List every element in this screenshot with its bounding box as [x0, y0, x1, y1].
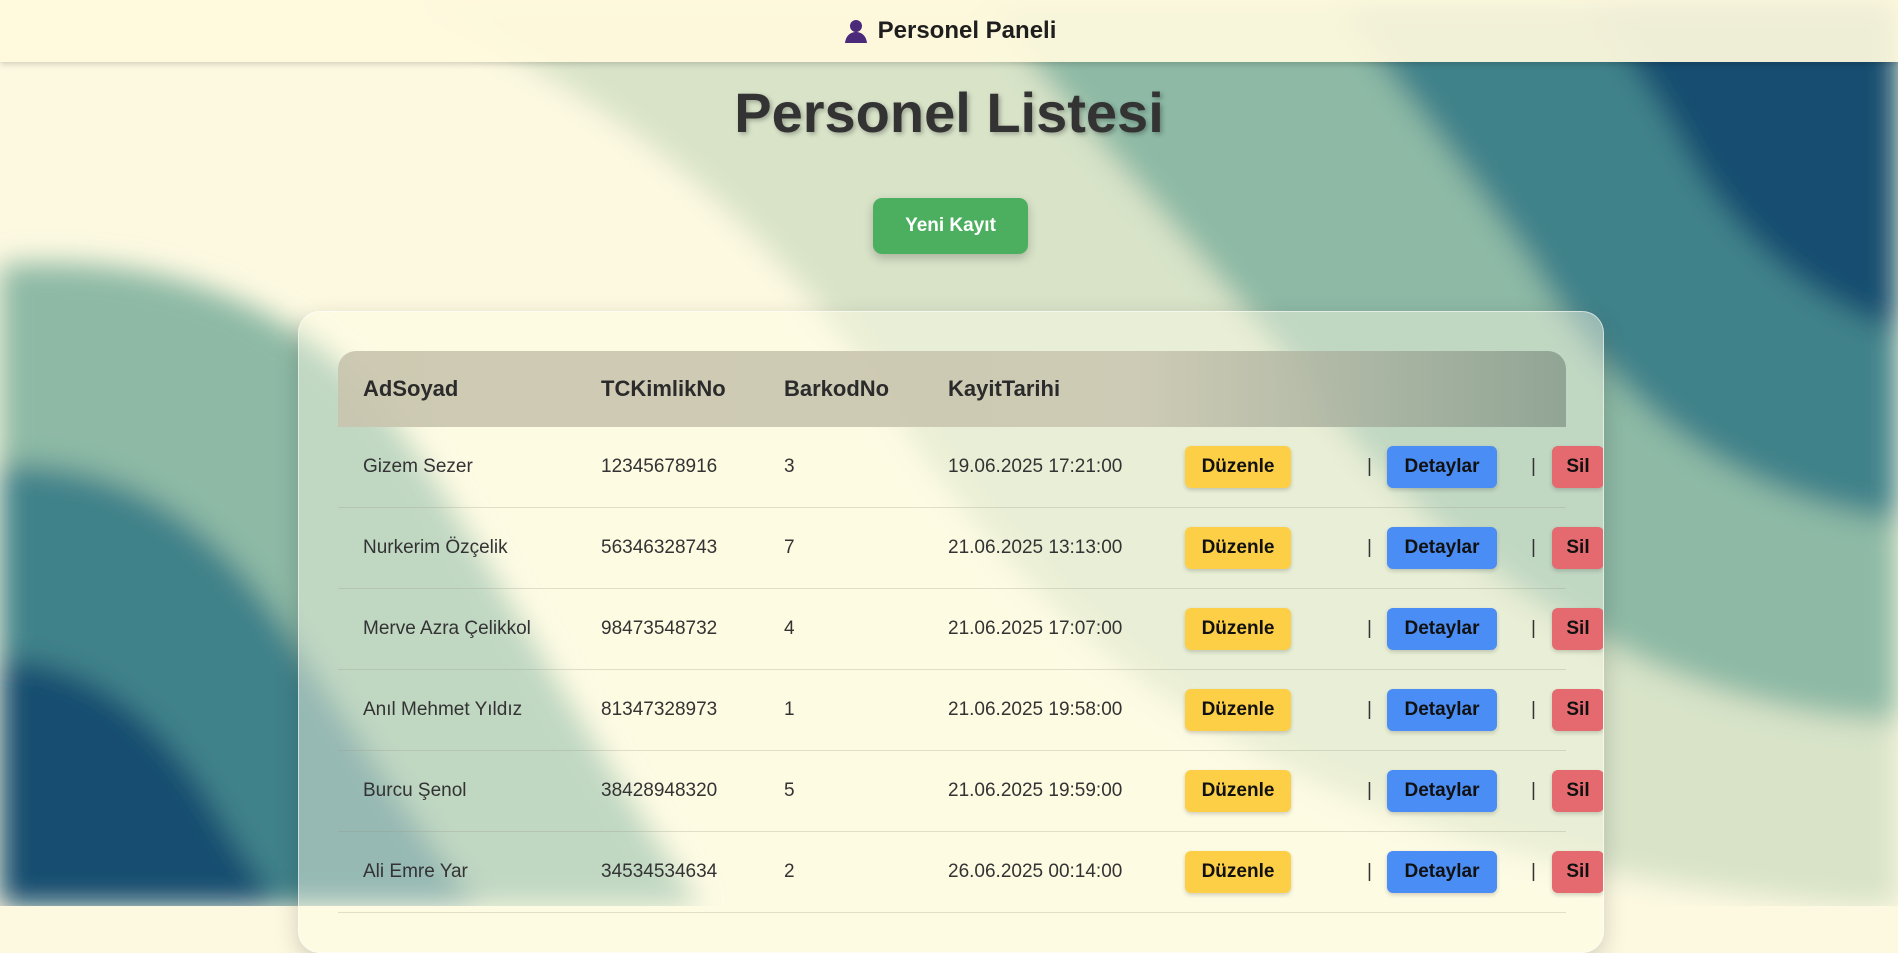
details-button[interactable]: Detaylar [1387, 770, 1497, 812]
edit-button[interactable]: Düzenle [1185, 851, 1291, 893]
separator: | [1531, 537, 1536, 558]
cell-name: Gizem Sezer [363, 456, 473, 477]
cell-barcode: 5 [784, 780, 795, 801]
delete-button[interactable]: Sil [1552, 527, 1603, 569]
brand-link[interactable]: Personel Paneli [842, 17, 1057, 45]
cell-date: 19.06.2025 17:21:00 [948, 456, 1123, 477]
top-navbar: Personel Paneli [0, 0, 1898, 62]
cell-date: 21.06.2025 13:13:00 [948, 537, 1123, 558]
edit-button[interactable]: Düzenle [1185, 608, 1291, 650]
delete-button[interactable]: Sil [1552, 608, 1603, 650]
separator: | [1367, 456, 1372, 477]
cell-name: Ali Emre Yar [363, 861, 468, 882]
table-row: Ali Emre Yar 34534534634 2 26.06.2025 00… [338, 832, 1603, 913]
cell-name: Merve Azra Çelikkol [363, 618, 531, 639]
cell-name: Anıl Mehmet Yıldız [363, 699, 523, 720]
separator: | [1531, 780, 1536, 801]
cell-tc: 98473548732 [601, 618, 718, 639]
header-barkodno: BarkodNo [784, 376, 890, 401]
cell-barcode: 1 [784, 699, 795, 720]
cell-tc: 81347328973 [601, 699, 718, 720]
edit-button[interactable]: Düzenle [1185, 446, 1291, 488]
cell-date: 21.06.2025 17:07:00 [948, 618, 1123, 639]
separator: | [1531, 699, 1536, 720]
details-button[interactable]: Detaylar [1387, 527, 1497, 569]
cell-barcode: 4 [784, 618, 795, 639]
page-title: Personel Listesi [734, 81, 1164, 144]
header-tckimlikno: TCKimlikNo [601, 376, 726, 401]
cell-tc: 56346328743 [601, 537, 718, 558]
separator: | [1367, 537, 1372, 558]
cell-date: 26.06.2025 00:14:00 [948, 861, 1123, 882]
separator: | [1367, 861, 1372, 882]
delete-button[interactable]: Sil [1552, 446, 1603, 488]
cell-name: Burcu Şenol [363, 780, 467, 801]
cell-date: 21.06.2025 19:59:00 [948, 780, 1123, 801]
table-row: Merve Azra Çelikkol 98473548732 4 21.06.… [338, 589, 1603, 670]
brand-title: Personel Paneli [877, 17, 1057, 44]
cell-tc: 38428948320 [601, 780, 718, 801]
header-adsoyad: AdSoyad [363, 376, 459, 401]
table-row: Anıl Mehmet Yıldız 81347328973 1 21.06.2… [338, 670, 1603, 751]
personnel-table: AdSoyad TCKimlikNo BarkodNo KayitTarihi … [338, 351, 1603, 913]
header-kayittarihi: KayitTarihi [948, 376, 1061, 401]
separator: | [1367, 699, 1372, 720]
cell-barcode: 2 [784, 861, 795, 882]
details-button[interactable]: Detaylar [1387, 446, 1497, 488]
cell-tc: 34534534634 [601, 861, 718, 882]
edit-button[interactable]: Düzenle [1185, 527, 1291, 569]
details-button[interactable]: Detaylar [1387, 608, 1497, 650]
separator: | [1531, 456, 1536, 477]
details-button[interactable]: Detaylar [1387, 851, 1497, 893]
table-row: Burcu Şenol 38428948320 5 21.06.2025 19:… [338, 751, 1603, 832]
user-icon [844, 20, 867, 43]
cell-barcode: 7 [784, 537, 795, 558]
table-header: AdSoyad TCKimlikNo BarkodNo KayitTarihi [338, 351, 1566, 427]
separator: | [1367, 780, 1372, 801]
details-button[interactable]: Detaylar [1387, 689, 1497, 731]
cell-name: Nurkerim Özçelik [363, 537, 508, 558]
table-row: Gizem Sezer 12345678916 3 19.06.2025 17:… [338, 427, 1603, 508]
cell-barcode: 3 [784, 456, 795, 477]
separator: | [1531, 618, 1536, 639]
new-record-button[interactable]: Yeni Kayıt [873, 198, 1028, 254]
delete-button[interactable]: Sil [1552, 851, 1603, 893]
cell-tc: 12345678916 [601, 456, 718, 477]
separator: | [1531, 861, 1536, 882]
delete-button[interactable]: Sil [1552, 770, 1603, 812]
cell-date: 21.06.2025 19:58:00 [948, 699, 1123, 720]
edit-button[interactable]: Düzenle [1185, 770, 1291, 812]
delete-button[interactable]: Sil [1552, 689, 1603, 731]
separator: | [1367, 618, 1372, 639]
edit-button[interactable]: Düzenle [1185, 689, 1291, 731]
table-card: AdSoyad TCKimlikNo BarkodNo KayitTarihi … [298, 311, 1604, 953]
table-row: Nurkerim Özçelik 56346328743 7 21.06.202… [338, 508, 1603, 589]
